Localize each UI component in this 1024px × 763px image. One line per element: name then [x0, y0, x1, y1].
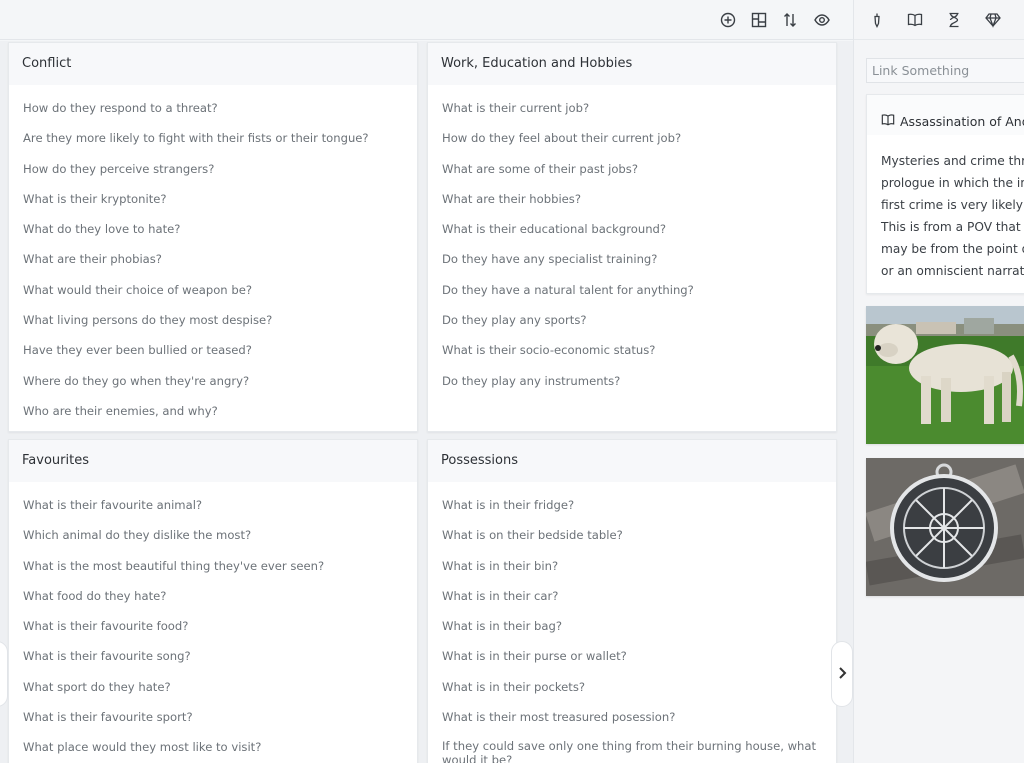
- question-item[interactable]: Which animal do they dislike the most?: [23, 520, 417, 550]
- next-page-button[interactable]: [831, 641, 853, 707]
- question-list: What is in their fridge? What is on thei…: [428, 482, 836, 763]
- question-item[interactable]: What is the most beautiful thing they've…: [23, 551, 417, 581]
- dog-photo[interactable]: [866, 306, 1024, 444]
- hourglass-icon[interactable]: [945, 11, 963, 29]
- question-item[interactable]: What is in their fridge?: [442, 490, 822, 520]
- question-item[interactable]: Who are their enemies, and why?: [23, 396, 417, 426]
- gem-icon[interactable]: [984, 11, 1002, 29]
- document-excerpt: Mysteries and crime thr prologue in whic…: [867, 135, 1024, 282]
- question-item[interactable]: What is their socio-economic status?: [442, 335, 836, 365]
- question-item[interactable]: What is their favourite food?: [23, 611, 417, 641]
- question-list: What is their favourite animal? Which an…: [9, 482, 417, 763]
- question-item[interactable]: What is their favourite animal?: [23, 490, 417, 520]
- sort-icon[interactable]: [781, 11, 799, 29]
- question-item[interactable]: What is in their bag?: [442, 611, 822, 641]
- question-item[interactable]: What is their kryptonite?: [23, 184, 417, 214]
- question-item[interactable]: What is their favourite song?: [23, 641, 417, 671]
- card-title: Work, Education and Hobbies: [428, 43, 836, 85]
- question-list: What is their current job? How do they f…: [428, 85, 836, 396]
- question-item[interactable]: What is on their bedside table?: [442, 520, 822, 550]
- question-item[interactable]: What is in their bin?: [442, 551, 822, 581]
- excerpt-line: first crime is very likely t: [881, 198, 1024, 212]
- document-title: Assassination of And: [900, 113, 1024, 129]
- question-item[interactable]: Do they play any instruments?: [442, 366, 836, 396]
- excerpt-line: This is from a POV that: [881, 220, 1021, 234]
- question-item[interactable]: What is in their car?: [442, 581, 822, 611]
- question-item[interactable]: What is in their pockets?: [442, 672, 822, 702]
- previous-page-handle[interactable]: [0, 641, 8, 707]
- card-work-education-hobbies: Work, Education and Hobbies What is thei…: [427, 42, 837, 432]
- right-toolbar: [854, 0, 1024, 40]
- question-item[interactable]: What is in their purse or wallet?: [442, 641, 822, 671]
- book-icon: [881, 113, 895, 130]
- add-circle-icon[interactable]: [719, 11, 737, 29]
- question-item[interactable]: Are they more likely to fight with their…: [23, 123, 417, 153]
- question-item[interactable]: What is their educational background?: [442, 214, 836, 244]
- question-item[interactable]: What food do they hate?: [23, 581, 417, 611]
- linked-document-card[interactable]: Assassination of And Mysteries and crime…: [866, 94, 1024, 294]
- document-header: Assassination of And: [867, 95, 1024, 135]
- question-item[interactable]: What are their hobbies?: [442, 184, 836, 214]
- question-item[interactable]: Do they have a natural talent for anythi…: [442, 275, 836, 305]
- card-favourites: Favourites What is their favourite anima…: [8, 439, 418, 763]
- question-item[interactable]: How do they perceive strangers?: [23, 154, 417, 184]
- card-title: Conflict: [9, 43, 417, 85]
- question-item[interactable]: What is their favourite sport?: [23, 702, 417, 732]
- question-item[interactable]: How do they respond to a threat?: [23, 93, 417, 123]
- question-item[interactable]: If they could save only one thing from t…: [442, 732, 822, 763]
- question-item[interactable]: Do they play any sports?: [442, 305, 836, 335]
- question-list: How do they respond to a threat? Are the…: [9, 85, 417, 426]
- question-item[interactable]: What is their current job?: [442, 93, 836, 123]
- question-item[interactable]: What sport do they hate?: [23, 672, 417, 702]
- excerpt-line: or an omniscient narrat: [881, 264, 1024, 278]
- question-item[interactable]: Where do they go when they're angry?: [23, 366, 417, 396]
- right-panel: Assassination of And Mysteries and crime…: [853, 0, 1024, 763]
- main-toolbar: [0, 0, 853, 40]
- question-item[interactable]: What living persons do they most despise…: [23, 305, 417, 335]
- question-item[interactable]: Do they have any specialist training?: [442, 244, 836, 274]
- eye-icon[interactable]: [813, 11, 831, 29]
- chevron-right-icon: [837, 665, 847, 684]
- main-content: Conflict How do they respond to a threat…: [0, 41, 853, 763]
- excerpt-line: Mysteries and crime thr: [881, 154, 1024, 168]
- layout-icon[interactable]: [750, 11, 768, 29]
- question-item[interactable]: Have they ever been bullied or teased?: [23, 335, 417, 365]
- question-item[interactable]: What is their most treasured posession?: [442, 702, 822, 732]
- pen-icon[interactable]: [868, 11, 886, 29]
- question-item[interactable]: What are their phobias?: [23, 244, 417, 274]
- question-item[interactable]: What are some of their past jobs?: [442, 154, 836, 184]
- question-item[interactable]: How do they feel about their current job…: [442, 123, 836, 153]
- rune-pendant-photo[interactable]: [866, 458, 1024, 596]
- card-conflict: Conflict How do they respond to a threat…: [8, 42, 418, 432]
- excerpt-line: may be from the point o: [881, 242, 1024, 256]
- card-title: Possessions: [428, 440, 836, 482]
- book-icon[interactable]: [906, 11, 924, 29]
- card-possessions: Possessions What is in their fridge? Wha…: [427, 439, 837, 763]
- excerpt-line: prologue in which the in: [881, 176, 1024, 190]
- question-item[interactable]: What would their choice of weapon be?: [23, 275, 417, 305]
- card-title: Favourites: [9, 440, 417, 482]
- question-item[interactable]: What do they love to hate?: [23, 214, 417, 244]
- question-item[interactable]: What place would they most like to visit…: [23, 732, 417, 762]
- link-something-input[interactable]: [866, 58, 1024, 83]
